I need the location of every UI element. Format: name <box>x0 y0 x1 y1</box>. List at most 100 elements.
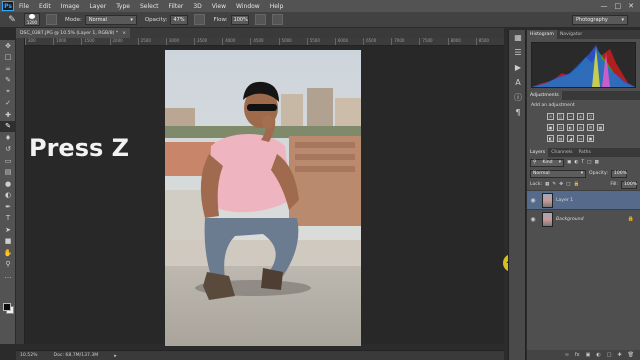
layer-opacity-field[interactable]: 100% <box>610 169 627 178</box>
new-adjustment-icon[interactable]: ◐ <box>596 352 600 358</box>
invert-icon[interactable]: ◧ <box>547 135 554 142</box>
shape-tool-icon[interactable]: ■ <box>0 236 16 248</box>
zoom-level[interactable]: 10.52% <box>20 353 38 358</box>
layer-row[interactable]: ◉ Background 🔒 <box>527 209 640 228</box>
workspace-select[interactable]: Photography ▾ <box>572 14 628 25</box>
layer-row[interactable]: ◉ Layer 1 <box>527 190 640 209</box>
black-white-icon[interactable]: ◐ <box>567 124 574 131</box>
color-balance-icon[interactable]: ⚖ <box>557 124 564 131</box>
dodge-tool-icon[interactable]: ◐ <box>0 190 16 202</box>
filter-shape-icon[interactable]: □ <box>587 160 591 165</box>
move-tool-icon[interactable]: ✥ <box>0 40 16 52</box>
hand-tool-icon[interactable]: ✋ <box>0 247 16 259</box>
eyedropper-tool-icon[interactable]: ✓ <box>0 98 16 110</box>
menu-view[interactable]: View <box>207 3 231 10</box>
curves-icon[interactable]: ∽ <box>567 113 574 120</box>
tab-histogram[interactable]: Histogram <box>527 30 557 39</box>
menu-window[interactable]: Window <box>231 3 265 10</box>
minimize-icon[interactable]: — <box>601 2 608 10</box>
maximize-icon[interactable]: □ <box>615 2 622 10</box>
menu-help[interactable]: Help <box>265 3 289 10</box>
mode-select[interactable]: Normal ▾ <box>84 14 137 25</box>
flow-field[interactable]: 100% <box>230 14 249 25</box>
filter-pixel-icon[interactable]: ▣ <box>567 160 571 165</box>
levels-icon[interactable]: ░ <box>557 113 564 120</box>
close-icon[interactable]: ✕ <box>628 2 634 10</box>
brush-tool-icon[interactable]: ✎ <box>0 120 16 132</box>
filter-adjust-icon[interactable]: ◐ <box>574 160 578 165</box>
foreground-color-swatch[interactable] <box>3 303 11 311</box>
vibrance-icon[interactable]: ▽ <box>587 113 594 120</box>
canvas-area[interactable]: Press Z <box>25 46 521 346</box>
posterize-icon[interactable]: ▤ <box>557 135 564 142</box>
document-tab[interactable]: DSC_0387.JPG @ 10.5% (Layer 1, RGB/8) * … <box>16 28 131 38</box>
lock-artboard-icon[interactable]: □ <box>566 182 570 187</box>
delete-layer-icon[interactable]: 🗑 <box>628 352 634 358</box>
blur-tool-icon[interactable]: ● <box>0 178 16 190</box>
more-tools-icon[interactable]: … <box>0 270 16 282</box>
character-panel-icon[interactable]: A <box>509 75 527 90</box>
lock-position-icon[interactable]: ✥ <box>559 182 563 187</box>
history-brush-tool-icon[interactable]: ↺ <box>0 144 16 156</box>
eraser-tool-icon[interactable]: ▭ <box>0 155 16 167</box>
airbrush-toggle[interactable] <box>254 14 266 25</box>
brush-preset-picker[interactable]: 1200 <box>24 13 40 26</box>
tab-layers[interactable]: Layers <box>527 148 549 157</box>
paragraph-panel-icon[interactable]: ¶ <box>509 105 527 120</box>
tab-paths[interactable]: Paths <box>575 148 594 157</box>
menu-3d[interactable]: 3D <box>188 3 206 10</box>
gradient-tool-icon[interactable]: ▤ <box>0 167 16 179</box>
layer-style-icon[interactable]: fx <box>575 352 580 358</box>
menu-image[interactable]: Image <box>56 3 85 10</box>
quick-select-tool-icon[interactable]: ✎ <box>0 75 16 87</box>
link-layers-icon[interactable]: ∞ <box>565 352 569 358</box>
path-select-tool-icon[interactable]: ➤ <box>0 224 16 236</box>
tab-channels[interactable]: Channels <box>548 148 575 157</box>
threshold-icon[interactable]: ◢ <box>567 135 574 142</box>
marquee-tool-icon[interactable]: □ <box>0 52 16 64</box>
lock-all-icon[interactable]: 🔒 <box>573 182 579 187</box>
menu-filter[interactable]: Filter <box>164 3 189 10</box>
lock-pixels-icon[interactable]: ✎ <box>552 182 556 187</box>
menu-edit[interactable]: Edit <box>34 3 56 10</box>
healing-tool-icon[interactable]: ✚ <box>0 109 16 121</box>
lasso-tool-icon[interactable]: ∞ <box>0 63 16 75</box>
brightness-contrast-icon[interactable]: ☼ <box>547 113 554 120</box>
opacity-field[interactable]: 47% <box>170 14 189 25</box>
tab-navigator[interactable]: Navigator <box>557 30 585 39</box>
eye-icon[interactable]: ◉ <box>527 197 539 204</box>
type-tool-icon[interactable]: T <box>0 213 16 225</box>
clone-stamp-tool-icon[interactable]: ♦ <box>0 132 16 144</box>
layer-name[interactable]: Layer 1 <box>556 198 573 203</box>
lock-transparent-icon[interactable]: ▦ <box>545 182 549 187</box>
menu-type[interactable]: Type <box>111 3 135 10</box>
menu-file[interactable]: File <box>14 3 34 10</box>
color-lookup-icon[interactable]: ▦ <box>597 124 604 131</box>
new-layer-icon[interactable]: ✚ <box>617 352 621 358</box>
selective-color-icon[interactable]: ▣ <box>587 135 594 142</box>
channel-mixer-icon[interactable]: ⚙ <box>587 124 594 131</box>
menu-layer[interactable]: Layer <box>84 3 111 10</box>
menu-select[interactable]: Select <box>135 3 164 10</box>
brush-tool-icon[interactable]: ✎ <box>4 14 20 26</box>
status-menu-icon[interactable]: ▸ <box>114 353 117 359</box>
layer-kind-filter[interactable]: ⚲ Kind ▾ <box>530 158 564 167</box>
filter-smart-icon[interactable]: ▦ <box>595 160 599 165</box>
pressure-opacity-toggle[interactable] <box>194 14 206 25</box>
crop-tool-icon[interactable]: ⌖ <box>0 86 16 98</box>
filter-type-icon[interactable]: T <box>581 160 584 165</box>
gradient-map-icon[interactable]: ▭ <box>577 135 584 142</box>
info-panel-icon[interactable]: ⓘ <box>509 90 527 105</box>
pen-tool-icon[interactable]: ✒ <box>0 201 16 213</box>
layer-fill-field[interactable]: 100% <box>621 180 637 189</box>
hue-saturation-icon[interactable]: ▣ <box>547 124 554 131</box>
exposure-icon[interactable]: ± <box>577 113 584 120</box>
document-photo[interactable] <box>165 50 361 346</box>
blend-mode-select[interactable]: Normal ▾ <box>530 169 586 178</box>
new-group-icon[interactable]: □ <box>607 352 612 358</box>
layer-name[interactable]: Background <box>556 217 584 222</box>
zoom-tool-icon[interactable]: ⚲ <box>0 259 16 271</box>
history-panel-icon[interactable]: ▦ <box>509 30 527 45</box>
photo-filter-icon[interactable]: ◎ <box>577 124 584 131</box>
close-tab-icon[interactable]: × <box>122 31 126 36</box>
